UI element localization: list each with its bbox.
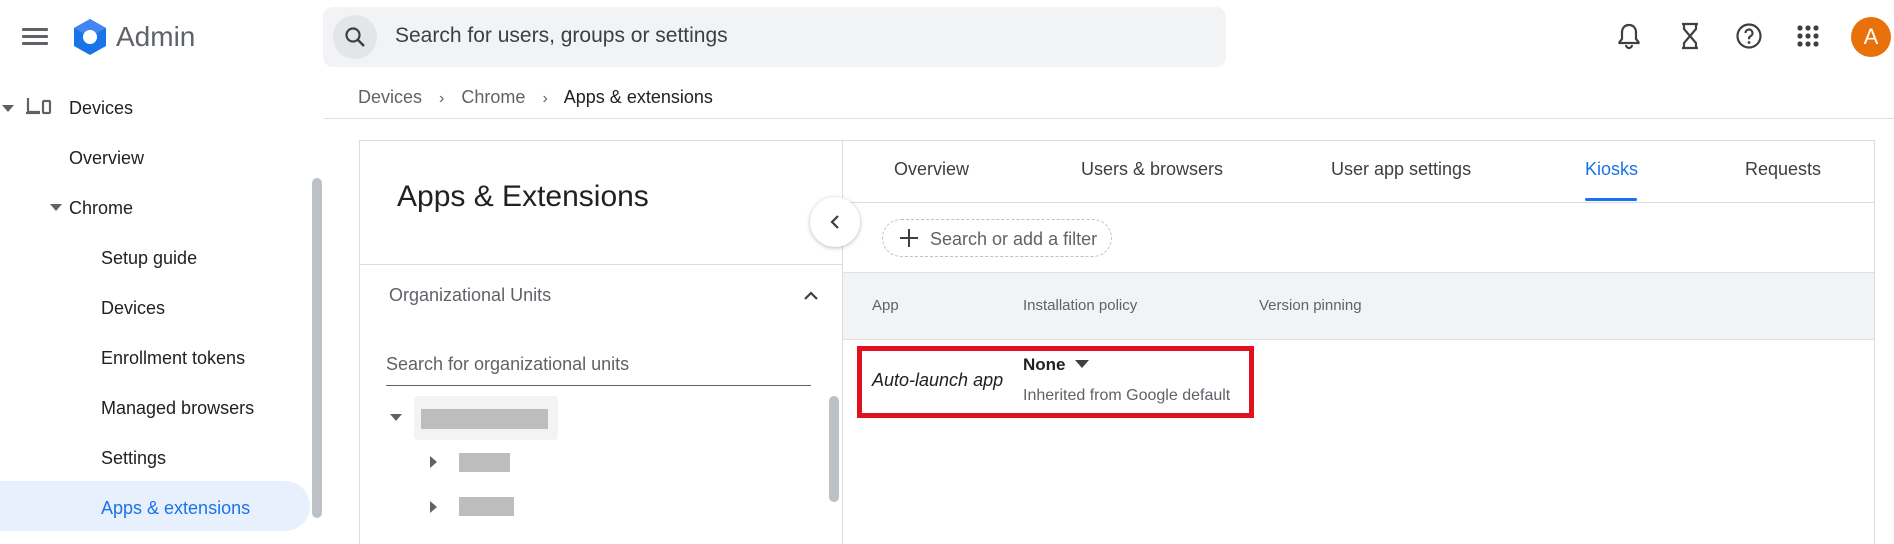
sidebar-item-chrome-devices[interactable]: Devices	[101, 298, 165, 319]
breadcrumb-chrome[interactable]: Chrome	[461, 87, 525, 107]
tab-kiosks[interactable]: Kiosks	[1585, 159, 1638, 180]
search-underline	[386, 385, 811, 386]
column-header-app[interactable]: App	[872, 297, 899, 314]
admin-logo-icon	[74, 19, 106, 55]
search-icon[interactable]	[333, 15, 377, 59]
account-avatar[interactable]: A	[1851, 17, 1891, 57]
add-filter-icon[interactable]	[899, 228, 919, 248]
sidebar-item-overview[interactable]: Overview	[69, 148, 144, 169]
tab-user-app-settings[interactable]: User app settings	[1331, 159, 1471, 180]
search-input[interactable]: Search for users, groups or settings	[395, 24, 728, 48]
column-header-version-pinning[interactable]: Version pinning	[1259, 297, 1362, 314]
chevron-right-icon: ›	[439, 90, 445, 107]
org-units-heading: Organizational Units	[389, 285, 552, 305]
sidebar-item-managed-browsers[interactable]: Managed browsers	[101, 398, 254, 419]
expand-child-icon[interactable]	[430, 501, 437, 513]
installation-policy-dropdown[interactable]: None	[1023, 355, 1066, 375]
kiosk-apps-panel	[842, 140, 1875, 544]
chevron-up-icon[interactable]	[803, 288, 819, 304]
active-tab-indicator	[1585, 198, 1637, 201]
tabs-divider	[842, 202, 1875, 203]
page-title: Apps & Extensions	[397, 180, 649, 213]
org-units-search-input[interactable]: Search for organizational units	[386, 354, 811, 375]
help-icon[interactable]	[1731, 18, 1767, 54]
chevron-right-icon: ›	[542, 90, 548, 107]
apps-grid-icon[interactable]	[1790, 18, 1826, 54]
sidebar-item-apps-extensions[interactable]: Apps & extensions	[101, 498, 250, 519]
dropdown-arrow-icon[interactable]	[1075, 360, 1089, 368]
policy-inheritance-note: Inherited from Google default	[1023, 387, 1231, 404]
sidebar: Devices Overview Chrome Setup guide Devi…	[0, 72, 324, 544]
expand-child-icon[interactable]	[430, 456, 437, 468]
collapse-devices-icon[interactable]	[2, 105, 14, 112]
sidebar-item-chrome[interactable]: Chrome	[69, 198, 133, 219]
global-search[interactable]: Search for users, groups or settings	[323, 7, 1226, 67]
chevron-left-icon	[830, 215, 839, 229]
devices-icon	[26, 98, 52, 115]
sidebar-item-setup-guide[interactable]: Setup guide	[101, 248, 197, 269]
panel-divider	[360, 264, 842, 265]
filter-bar[interactable]: Search or add a filter	[882, 219, 1112, 257]
sidebar-scrollbar[interactable]	[312, 178, 322, 518]
breadcrumb: Devices › Chrome › Apps & extensions	[358, 87, 713, 108]
table-row-app[interactable]: Auto-launch app	[872, 370, 1003, 391]
org-units-scrollbar[interactable]	[829, 396, 839, 502]
collapse-panel-button[interactable]	[810, 197, 860, 247]
sidebar-item-devices[interactable]: Devices	[69, 98, 133, 119]
main-menu-icon[interactable]	[22, 24, 48, 50]
top-bar: Admin Search for users, groups or settin…	[0, 0, 1894, 72]
redacted-ou-child[interactable]	[459, 497, 514, 516]
collapse-chrome-icon[interactable]	[50, 204, 62, 211]
sidebar-item-settings[interactable]: Settings	[101, 448, 166, 469]
notifications-icon[interactable]	[1611, 18, 1647, 54]
tab-requests[interactable]: Requests	[1745, 159, 1821, 180]
redacted-ou-child[interactable]	[459, 453, 510, 472]
app-title: Admin	[116, 21, 196, 52]
breadcrumb-devices[interactable]: Devices	[358, 87, 422, 107]
column-header-installation-policy[interactable]: Installation policy	[1023, 297, 1137, 314]
hourglass-icon[interactable]	[1672, 18, 1708, 54]
breadcrumb-divider	[324, 118, 1894, 119]
tab-overview[interactable]: Overview	[894, 159, 969, 180]
breadcrumb-current: Apps & extensions	[563, 87, 713, 107]
sidebar-item-enrollment-tokens[interactable]: Enrollment tokens	[101, 348, 245, 369]
expand-root-icon[interactable]	[390, 414, 402, 421]
filter-input[interactable]: Search or add a filter	[930, 229, 1097, 250]
tab-users-browsers[interactable]: Users & browsers	[1081, 159, 1223, 180]
redacted-ou-root	[421, 409, 548, 429]
